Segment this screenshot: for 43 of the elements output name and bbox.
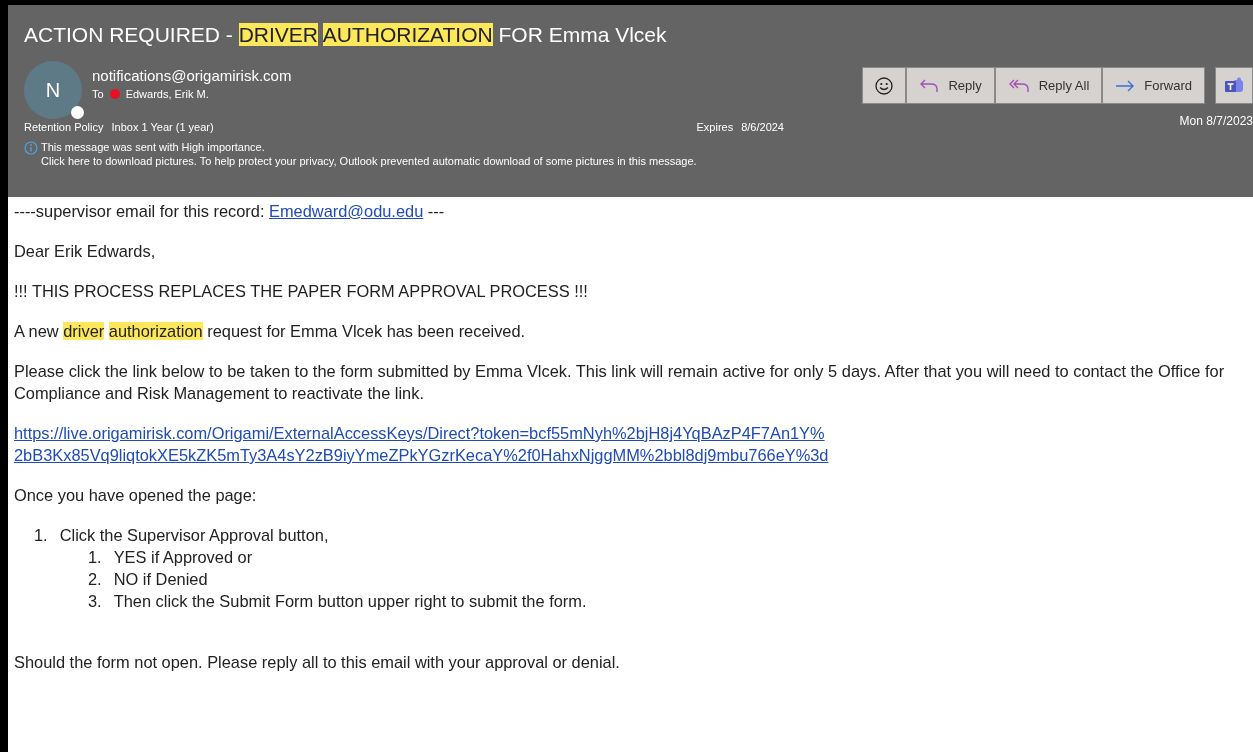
body-text: Should the form not open. Please reply all to this email with your approval or denial.	[14, 653, 621, 671]
smiley-icon	[875, 76, 894, 95]
list-number: 3.	[88, 592, 102, 610]
sent-date: Mon 8/7/2023	[1179, 114, 1253, 128]
sender-address: notifications@origamirisk.com	[92, 67, 292, 84]
form-link[interactable]: https://live.origamirisk.com/Origami/ExternalAccessKeys/Direct?token=bcf55mNyh%2bjH8j4YqBAzP4F7An1Y%	[14, 424, 825, 442]
expires-date: 8/6/2024	[741, 121, 784, 133]
email-subject: ACTION REQUIRED - DRIVER AUTHORIZATION FOR Emma Vlcek	[24, 23, 668, 47]
sender-avatar: N	[24, 61, 82, 119]
list-number: 2.	[88, 570, 102, 588]
recipient-name: Edwards, Erik M.	[125, 88, 209, 100]
list-item-text: YES if Approved or	[113, 548, 253, 566]
body-text: A new driver authorization request for Emma Vlcek has been received.	[14, 322, 527, 340]
retention-label: Retention Policy	[24, 121, 104, 133]
reply-all-icon	[1007, 77, 1030, 94]
info-icon	[24, 141, 38, 155]
status-icon	[71, 106, 84, 119]
body-text: Please click the link below to be taken to the form submitted by Emma Vlcek. This link will remain active for only 5 days. After that you will need to contact the Office for	[14, 362, 1226, 380]
form-link[interactable]: 2bB3Kx85Vq9liqtokXE5kZK5mTy3A4sY2zB9iyYmeZPkYGzrKecaY%2f0HahxNjggMM%2bbl8dj9mbu766eY%3d	[14, 446, 829, 464]
teams-button[interactable]	[1215, 67, 1253, 104]
emoji-button[interactable]	[862, 67, 907, 104]
body-text: Dear Erik Edwards,	[14, 242, 157, 260]
body-text: Once you have opened the page:	[14, 486, 258, 504]
teams-icon	[1224, 76, 1244, 95]
list-item-text: Then click the Submit Form button upper right to submit the form.	[113, 592, 587, 610]
email-link[interactable]: Emedward@odu.edu	[269, 202, 424, 220]
body-line: ----supervisor email for this record: Emedward@odu.edu ---	[14, 202, 446, 220]
forward-arrow-icon	[1115, 79, 1136, 92]
expires-label: Expires	[696, 121, 734, 133]
reply-button[interactable]: Reply	[906, 67, 995, 104]
to-label: To	[92, 88, 104, 100]
importance-notice: This message was sent with High importance.	[41, 141, 266, 153]
body-text: !!! THIS PROCESS REPLACES THE PAPER FORM APPROVAL PROCESS !!!	[14, 282, 589, 300]
forward-button[interactable]: Forward	[1102, 67, 1205, 104]
list-item-text: Click the Supervisor Approval button,	[59, 526, 329, 544]
reply-icon	[919, 77, 940, 94]
list-item-text: NO if Denied	[113, 570, 208, 588]
reply-all-button[interactable]: Reply All	[994, 67, 1103, 104]
list-number: 1.	[88, 548, 102, 566]
body-text: Compliance and Risk Management to reactivate the link.	[14, 384, 425, 402]
retention-value: Inbox 1 Year (1 year)	[111, 121, 214, 133]
list-number: 1.	[34, 526, 48, 544]
download-pictures-notice[interactable]: Click here to download pictures. To help protect your privacy, Outlook prevented automatic download of some pictures in this message.	[41, 155, 697, 167]
